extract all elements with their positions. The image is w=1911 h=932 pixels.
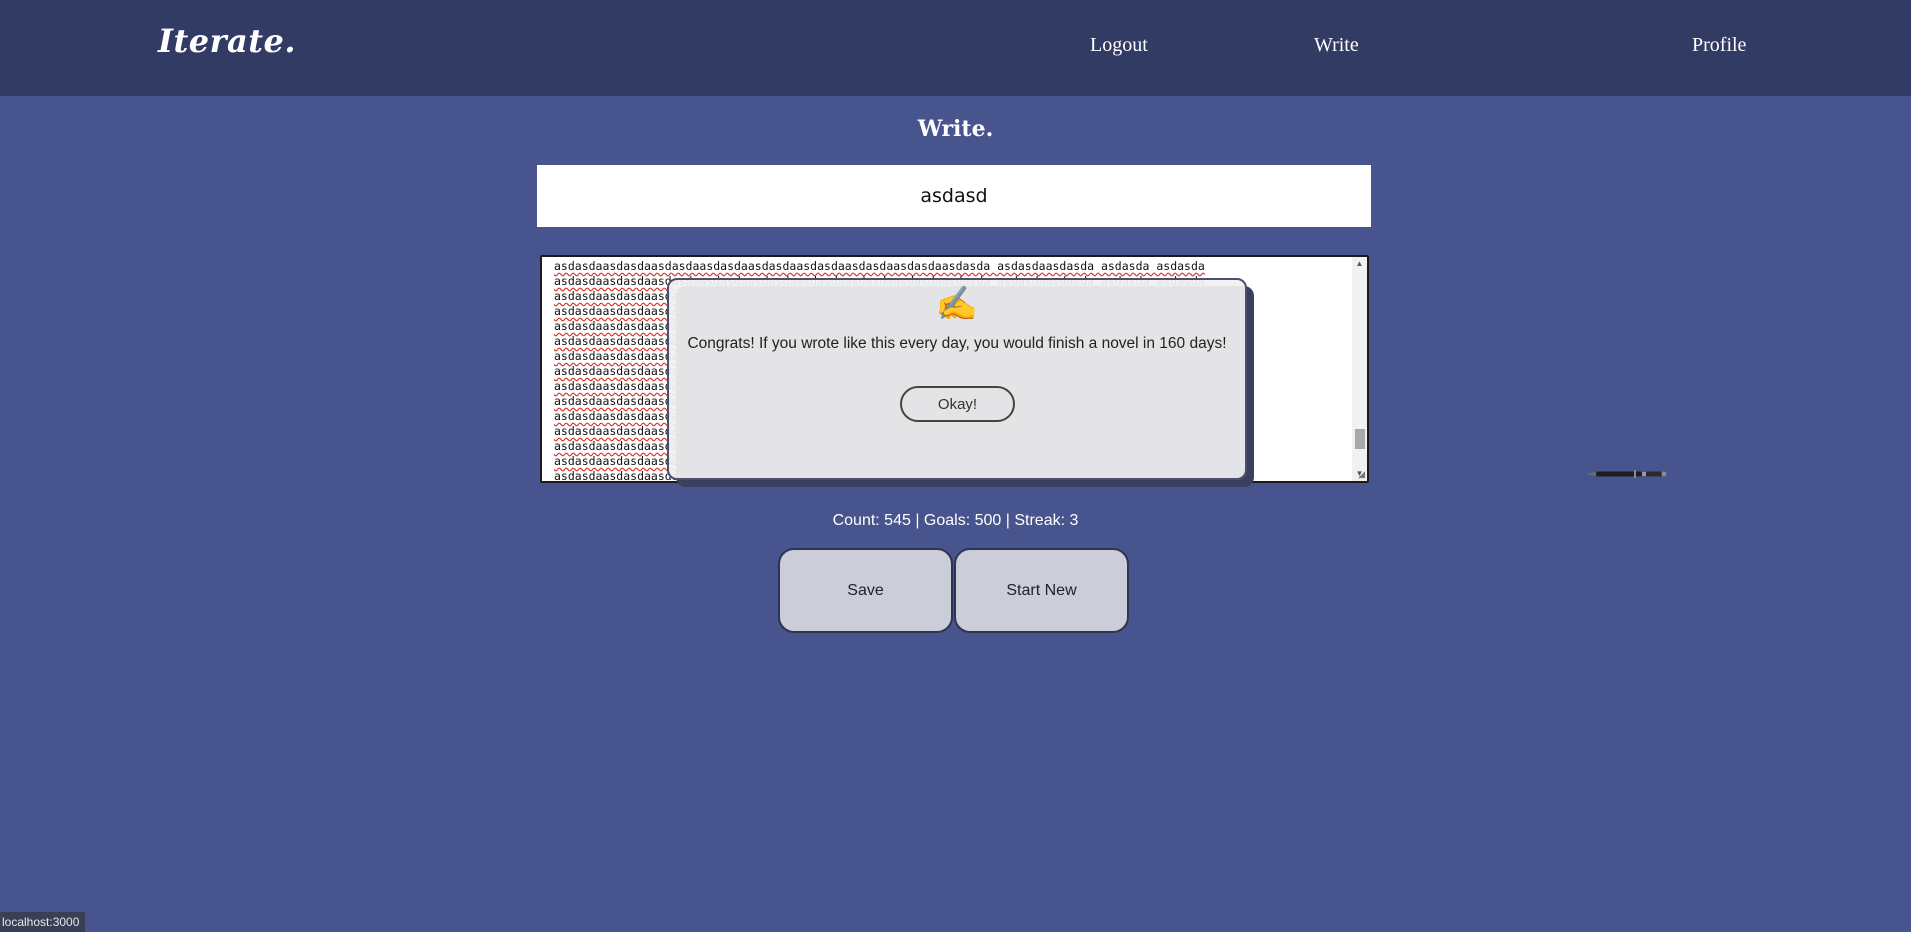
okay-button[interactable]: Okay! — [900, 386, 1015, 422]
editor-scrollbar[interactable]: ▲ ▼ — [1352, 257, 1367, 481]
nav-logout[interactable]: Logout — [1090, 34, 1148, 57]
modal-message: Congrats! If you wrote like this every d… — [687, 335, 1227, 352]
page-title: Write. — [917, 116, 994, 142]
congrats-modal: ✍️ Congrats! If you wrote like this ever… — [667, 278, 1247, 480]
scroll-thumb[interactable] — [1355, 429, 1365, 449]
start-new-button[interactable]: Start New — [954, 548, 1129, 633]
top-navbar: Iterate. Logout Write Profile — [0, 0, 1911, 96]
nav-write[interactable]: Write — [1314, 34, 1359, 57]
editor-line: asdasdaasdasdaasdasdaasdasdaasdasdaasdas… — [554, 259, 1205, 273]
stats-line: Count: 545 | Goals: 500 | Streak: 3 — [832, 512, 1079, 529]
browser-status-bar: localhost:3000 — [0, 912, 86, 932]
resize-handle-icon[interactable]: ◢ — [1358, 469, 1365, 480]
nav-profile[interactable]: Profile — [1692, 34, 1746, 57]
scroll-up-icon[interactable]: ▲ — [1352, 257, 1367, 271]
save-button[interactable]: Save — [778, 548, 953, 633]
title-input[interactable] — [537, 165, 1371, 227]
fountain-pen-icon — [1586, 470, 1667, 478]
brand-logo[interactable]: Iterate. — [158, 22, 296, 60]
writing-hand-icon: ✍️ — [935, 285, 979, 323]
